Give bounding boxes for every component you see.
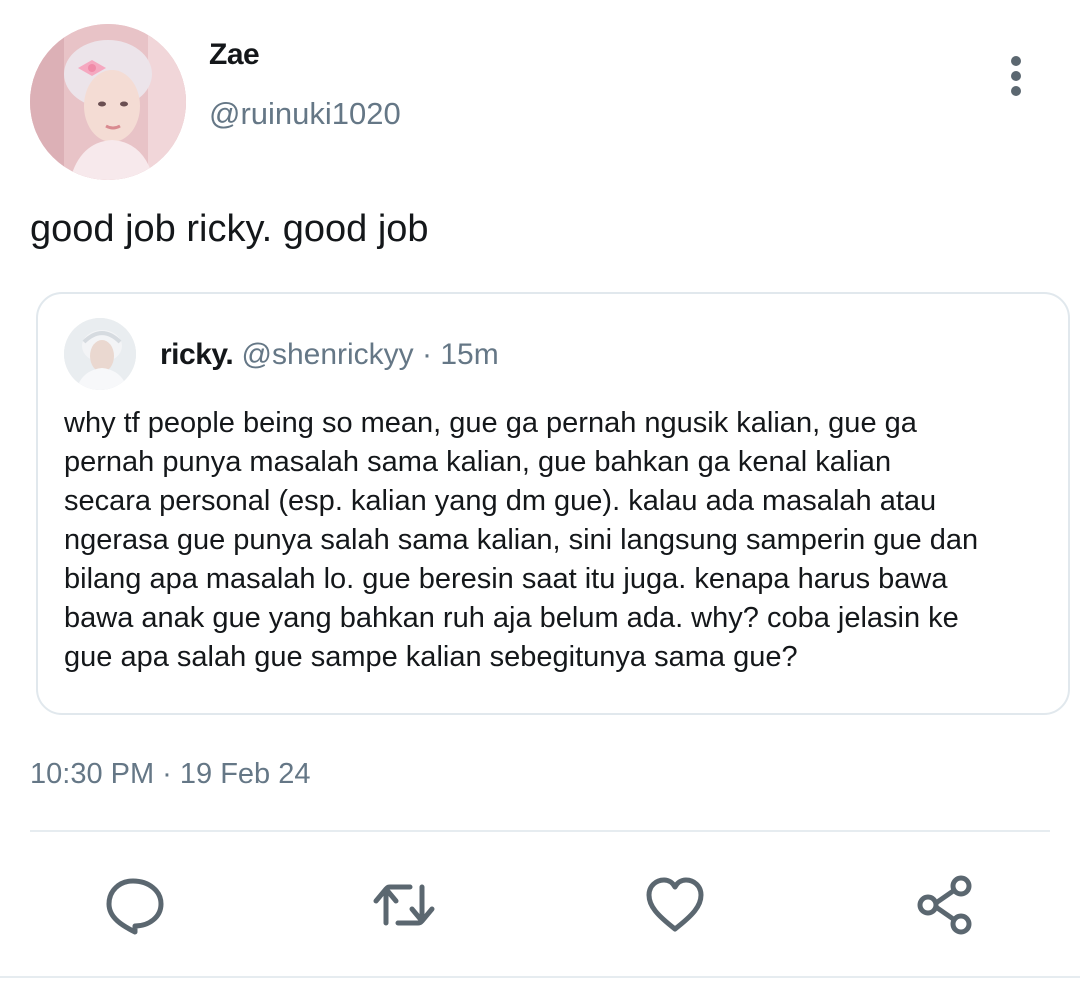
more-dot (1011, 86, 1021, 96)
divider (30, 830, 1050, 832)
author-handle[interactable]: @ruinuki1020 (209, 96, 401, 132)
more-dot (1011, 71, 1021, 81)
tweet-text: good job ricky. good job (30, 208, 429, 250)
quoted-text-line: pernah punya masalah sama kalian, gue ba… (64, 446, 892, 478)
author-display-name[interactable]: Zae (209, 38, 260, 72)
quoted-text-line: secara personal (esp. kalian yang dm gue… (64, 485, 937, 517)
quoted-author-handle[interactable]: @shenrickyy (242, 338, 414, 371)
author-avatar[interactable] (30, 24, 186, 180)
quoted-tweet-header: ricky. @shenrickyy · 15m (160, 338, 499, 372)
more-options-icon[interactable] (996, 52, 1038, 100)
tweet-timestamp[interactable]: 10:30 PM · 19 Feb 24 (30, 758, 311, 791)
retweet-icon[interactable] (372, 873, 436, 937)
quoted-time: 15m (440, 338, 499, 371)
quoted-text-line: bawa anak gue yang bahkan ruh aja belum … (64, 602, 959, 634)
quoted-text-line: bilang apa masalah lo. gue beresin saat … (64, 563, 948, 595)
bottom-divider (0, 976, 1080, 978)
quoted-author-avatar[interactable] (64, 318, 136, 390)
quoted-separator: · (422, 338, 433, 371)
quoted-tweet-card[interactable]: ricky. @shenrickyy · 15m why tf people b… (36, 292, 1070, 715)
quoted-text-line: why tf people being so mean, gue ga pern… (64, 407, 917, 439)
quoted-text-line: ngerasa gue punya salah sama kalian, sin… (64, 524, 979, 556)
quoted-tweet-text: why tf people being so mean, gue ga pern… (64, 404, 1054, 677)
quoted-text-line: gue apa salah gue sampe kalian sebegitun… (64, 641, 798, 673)
quoted-author-name[interactable]: ricky. (160, 338, 234, 371)
share-icon[interactable] (913, 873, 977, 937)
like-icon[interactable] (643, 873, 707, 937)
reply-icon[interactable] (103, 873, 167, 937)
more-dot (1011, 56, 1021, 66)
